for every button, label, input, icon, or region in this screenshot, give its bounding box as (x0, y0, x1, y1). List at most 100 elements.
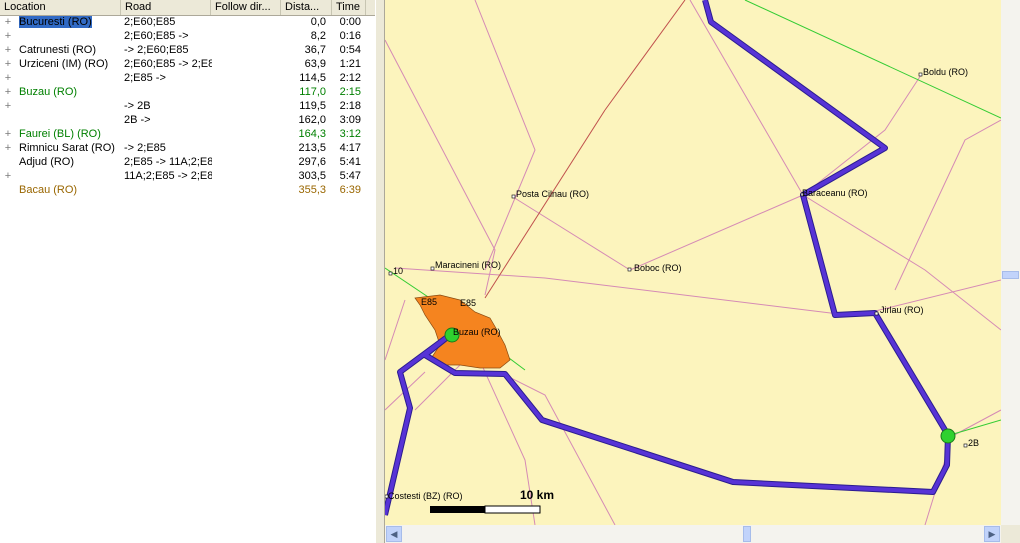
expand-icon[interactable] (2, 113, 14, 127)
itinerary-row[interactable]: Adjud (RO) 2;E85 -> 11A;2;E8 297,6 5:41 (0, 155, 375, 169)
row-distance: 213,5 (298, 142, 326, 154)
expand-icon[interactable]: + (2, 57, 14, 71)
row-distance: 114,5 (299, 72, 326, 84)
itinerary-row[interactable]: + Bucuresti (RO) 2;E60;E85 0,0 0:00 (0, 15, 375, 29)
row-location: Rimnicu Sarat (RO) (19, 142, 115, 154)
itinerary-panel: Location Road Follow dir... Dista... Tim… (0, 0, 375, 543)
road-label-2b: 2B (968, 438, 979, 448)
expand-icon[interactable] (2, 183, 14, 197)
row-time: 5:47 (339, 170, 361, 182)
itinerary-row[interactable]: + Catrunesti (RO) -> 2;E60;E85 36,7 0:54 (0, 43, 375, 57)
row-road: -> 2;E85 (124, 142, 166, 154)
road-label-e85-west: E85 (421, 297, 437, 307)
row-distance: 119,5 (299, 100, 326, 112)
row-road: 2;E60;E85 -> 2;E8 (124, 58, 212, 70)
map-horizontal-scrollbar[interactable]: ◀ ▶ (385, 525, 1001, 543)
row-distance: 303,5 (298, 170, 326, 182)
row-time: 3:09 (339, 114, 361, 126)
row-distance: 162,0 (298, 114, 326, 126)
row-road: -> 2B (124, 100, 151, 112)
place-baraceanu: Baraceanu (RO) (802, 188, 868, 198)
expand-icon[interactable]: + (2, 71, 14, 85)
row-road: -> 2;E60;E85 (124, 44, 189, 56)
column-header-follow[interactable]: Follow dir... (211, 0, 281, 15)
row-location (19, 71, 119, 85)
row-time: 0:54 (339, 44, 361, 56)
scroll-left-button[interactable]: ◀ (386, 526, 402, 542)
column-header-location[interactable]: Location (0, 0, 121, 15)
row-time: 3:12 (339, 128, 361, 140)
horizontal-scroll-thumb[interactable] (743, 526, 751, 542)
map-vertical-scrollbar[interactable] (1001, 0, 1020, 525)
row-time: 4:17 (339, 142, 361, 154)
itinerary-row[interactable]: + Urziceni (IM) (RO) 2;E60;E85 -> 2;E8 63,9… (0, 57, 375, 71)
row-road: 2;E85 -> 11A;2;E8 (124, 156, 212, 168)
scrollbar-corner (1001, 525, 1020, 543)
row-location (19, 99, 119, 113)
itinerary-row[interactable]: +11A;2;E85 -> 2;E8 303,5 5:47 (0, 169, 375, 183)
itinerary-row[interactable]: + Buzau (RO) 117,0 2:15 (0, 85, 375, 99)
row-distance: 117,0 (299, 86, 326, 98)
expand-icon[interactable]: + (2, 29, 14, 43)
itinerary-row[interactable]: 2B -> 162,0 3:09 (0, 113, 375, 127)
row-location: Bacau (RO) (19, 184, 78, 196)
expand-icon[interactable]: + (2, 43, 14, 57)
row-distance: 36,7 (304, 44, 326, 56)
panel-splitter[interactable] (375, 0, 385, 543)
row-time: 2:15 (339, 86, 361, 98)
itinerary-row[interactable]: + Rimnicu Sarat (RO) -> 2;E85 213,5 4:17 (0, 141, 375, 155)
scale-bar-label: 10 km (520, 488, 554, 502)
column-header-time[interactable]: Time (332, 0, 366, 15)
column-header-distance[interactable]: Dista... (281, 0, 332, 15)
row-road (124, 85, 212, 99)
place-boldu: Boldu (RO) (923, 67, 968, 77)
row-time: 0:16 (339, 30, 361, 42)
row-distance: 297,6 (298, 156, 326, 168)
row-location: Buzau (RO) (19, 86, 78, 98)
itinerary-row[interactable]: + Faurei (BL) (RO) 164,3 3:12 (0, 127, 375, 141)
place-posta-cilnau: Posta Cilnau (RO) (516, 189, 589, 199)
itinerary-row[interactable]: Bacau (RO) 355,3 6:39 (0, 183, 375, 197)
row-location: Urziceni (IM) (RO) (19, 58, 109, 70)
row-road: 2B -> (124, 114, 151, 126)
row-time: 2:12 (339, 72, 361, 84)
expand-icon[interactable] (2, 155, 14, 169)
vertical-scroll-thumb[interactable] (1002, 271, 1019, 279)
expand-icon[interactable]: + (2, 141, 14, 155)
route-waypoint-east[interactable] (940, 428, 956, 444)
place-maracineni: Maracineni (RO) (435, 260, 501, 270)
expand-icon[interactable]: + (2, 99, 14, 113)
row-road: 11A;2;E85 -> 2;E8 (124, 170, 212, 182)
column-header-road[interactable]: Road (121, 0, 211, 15)
row-time: 2:18 (339, 100, 361, 112)
itinerary-row[interactable]: +2;E60;E85 -> 8,2 0:16 (0, 29, 375, 43)
row-road (124, 127, 212, 141)
expand-icon[interactable]: + (2, 169, 14, 183)
itinerary-row[interactable]: +2;E85 -> 114,5 2:12 (0, 71, 375, 85)
place-jirlau: Jirlau (RO) (880, 305, 924, 315)
row-road (124, 183, 212, 197)
row-location (19, 169, 119, 183)
row-distance: 355,3 (298, 184, 326, 196)
row-location (19, 113, 119, 127)
row-road: 2;E60;E85 -> (124, 30, 189, 42)
place-boboc: Boboc (RO) (634, 263, 682, 273)
route-map[interactable]: Boldu (RO) Posta Cilnau (RO) Baraceanu (… (385, 0, 1001, 525)
row-time: 1:21 (339, 58, 361, 70)
row-road: 2;E60;E85 (124, 16, 176, 28)
row-location (19, 29, 119, 43)
itinerary-row[interactable]: + -> 2B 119,5 2:18 (0, 99, 375, 113)
expand-icon[interactable]: + (2, 127, 14, 141)
row-location: Faurei (BL) (RO) (19, 128, 101, 140)
expand-icon[interactable]: + (2, 85, 14, 99)
row-distance: 8,2 (310, 30, 326, 42)
row-location: Adjud (RO) (19, 156, 75, 168)
scroll-right-button[interactable]: ▶ (984, 526, 1000, 542)
itinerary-header: Location Road Follow dir... Dista... Tim… (0, 0, 375, 16)
row-time: 0:00 (339, 16, 361, 28)
row-time: 5:41 (339, 156, 361, 168)
expand-icon[interactable]: + (2, 15, 14, 29)
road-label-e85-east: E85 (460, 298, 476, 308)
row-location: Catrunesti (RO) (19, 44, 97, 56)
row-distance: 164,3 (298, 128, 326, 140)
